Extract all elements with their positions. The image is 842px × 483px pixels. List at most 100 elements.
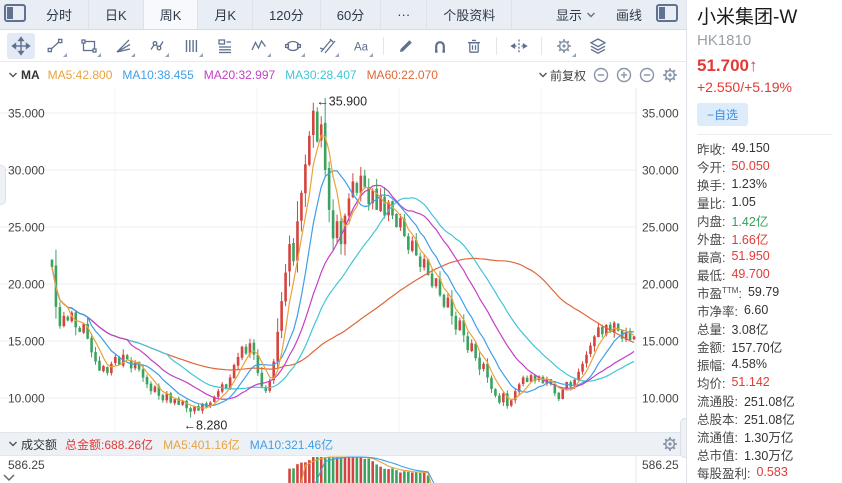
layers-tool-icon[interactable] xyxy=(584,33,612,59)
collapse-chevron-icon[interactable] xyxy=(8,440,18,448)
stat-row-市盈TTM: 市盈TTM: 59.79 xyxy=(697,283,842,301)
wave-tool-icon[interactable] xyxy=(245,33,273,59)
stat-row-总市值: 总市值: 1.30万亿 xyxy=(697,445,842,463)
quote-stats-list: 昨收: 49.150 今开: 50.050 换手: 1.23% 量比: 1.05 内盘: 1.42… xyxy=(697,139,842,483)
svg-text:35.000: 35.000 xyxy=(8,107,45,121)
magnet-tool-icon[interactable] xyxy=(426,33,454,59)
pencil-tool-icon[interactable] xyxy=(392,33,420,59)
svg-text:20.000: 20.000 xyxy=(8,278,45,292)
toolbar-divider xyxy=(496,36,497,55)
stat-label: 总市值: xyxy=(697,448,738,463)
fan-lines-tool-icon[interactable] xyxy=(109,33,137,59)
stat-value: 1.05 xyxy=(731,195,756,209)
tab-···[interactable]: ··· xyxy=(380,0,426,29)
svg-text:25.000: 25.000 xyxy=(8,221,45,235)
stat-row-内盘: 内盘: 1.42亿 xyxy=(697,211,842,229)
tab-stock-info[interactable]: 个股资料 xyxy=(426,0,513,29)
svg-text:10.000: 10.000 xyxy=(642,392,679,406)
display-dropdown[interactable]: 显示 xyxy=(546,0,606,29)
zoom-in-button[interactable] xyxy=(616,67,632,83)
volume-label[interactable]: 成交额 xyxy=(21,436,57,453)
ma-indicator-value: MA20:32.997 xyxy=(203,68,276,82)
indicator-settings-gear-icon[interactable] xyxy=(662,67,678,83)
sidebar-toggle-icon[interactable] xyxy=(656,4,678,22)
svg-text:15.000: 15.000 xyxy=(642,335,679,349)
stock-code: HK1810 xyxy=(697,32,752,49)
stat-label: 总股本: xyxy=(697,412,738,427)
stat-label: 内盘: xyxy=(697,214,726,229)
stat-row-流通股: 流通股: 251.08亿 xyxy=(697,391,842,409)
stock-app-window: 分时 日K 周K 月K 120分 60分 ··· 个股资料 显示 画线 Aa MA MA5:… xyxy=(0,0,842,483)
stat-value: 1.66亿 xyxy=(731,232,769,247)
text-tool-icon[interactable]: Aa xyxy=(347,33,375,59)
trend-line-tool-icon[interactable] xyxy=(41,33,69,59)
stat-value: 1.23% xyxy=(731,177,767,191)
stat-row-市净率: 市净率: 6.60 xyxy=(697,301,842,319)
stat-label: 最高: xyxy=(697,250,726,265)
text-lines-tool-icon[interactable] xyxy=(211,33,239,59)
trash-tool-icon[interactable] xyxy=(460,33,488,59)
svg-text:Aa: Aa xyxy=(354,41,369,53)
ellipse-tool-icon[interactable] xyxy=(279,33,307,59)
stat-label: 市盈TTM: xyxy=(697,285,742,301)
fork-tool-icon[interactable] xyxy=(313,33,341,59)
svg-text:25.000: 25.000 xyxy=(642,221,679,235)
stat-value: 51.142 xyxy=(731,375,770,389)
move-tool-icon[interactable] xyxy=(7,32,35,59)
tab-120分[interactable]: 120分 xyxy=(252,0,320,29)
stat-value: 1.30万亿 xyxy=(743,448,794,463)
stock-name: 小米集团-W xyxy=(697,7,798,28)
collapse-chevron-icon[interactable] xyxy=(8,71,18,79)
candlestick-chart[interactable]: ←35.900 ←8.280 35.000 35.000 30.000 30.000 25.… xyxy=(0,88,686,483)
stat-value: 49.150 xyxy=(731,141,770,155)
vertical-lines-tool-icon[interactable] xyxy=(177,33,205,59)
pane-collapse-handle-left[interactable] xyxy=(0,165,6,205)
svg-text:586.25: 586.25 xyxy=(642,458,679,472)
stat-value: 51.950 xyxy=(731,249,770,263)
ma-label[interactable]: MA xyxy=(21,68,40,82)
ma-indicator-value: MA5:42.800 xyxy=(47,68,113,82)
watchlist-remove-button[interactable]: −自选 xyxy=(697,103,749,126)
topbar: 分时 日K 周K 月K 120分 60分 ··· 个股资料 显示 画线 xyxy=(0,0,686,30)
display-label: 显示 xyxy=(555,8,582,23)
split-tool-icon[interactable] xyxy=(505,33,533,59)
current-price: 51.700↑ xyxy=(697,56,758,75)
zoom-out-button[interactable] xyxy=(593,67,609,83)
polyline-tool-icon[interactable] xyxy=(143,33,171,59)
stat-row-昨收: 昨收: 49.150 xyxy=(697,139,842,157)
stat-value: 251.08亿 xyxy=(743,412,795,427)
stat-label: 量比: xyxy=(697,196,726,211)
settings-tool-icon[interactable] xyxy=(550,33,578,59)
stat-label: 金额: xyxy=(697,340,726,355)
svg-text:10.000: 10.000 xyxy=(8,392,45,406)
stat-value: 1.30万亿 xyxy=(743,430,794,445)
tab-60分[interactable]: 60分 xyxy=(319,0,380,29)
tab-日K[interactable]: 日K xyxy=(88,0,143,29)
tab-周K[interactable]: 周K xyxy=(142,0,198,29)
volume-settings-gear-icon[interactable] xyxy=(662,436,678,452)
quote-sidebar: 小米集团-W HK1810 51.700↑ +2.550/+5.19% −自选 … xyxy=(686,0,842,483)
stat-label: 每股盈利: xyxy=(697,466,751,481)
stat-row-外盘: 外盘: 1.66亿 xyxy=(697,229,842,247)
stat-label: 最低: xyxy=(697,268,726,283)
tab-月K[interactable]: 月K xyxy=(197,0,252,29)
rectangle-tool-icon[interactable] xyxy=(75,33,103,59)
divider xyxy=(697,134,832,135)
tab-分时[interactable]: 分时 xyxy=(30,0,88,29)
stat-label: 流通股: xyxy=(697,394,738,409)
toolbar-divider xyxy=(383,36,384,55)
stat-label: 振幅: xyxy=(697,358,726,373)
ma-indicator-value: MA60:22.070 xyxy=(366,68,438,82)
svg-text:←35.900: ←35.900 xyxy=(316,95,367,109)
draw-line-button[interactable]: 画线 xyxy=(606,0,652,29)
period-tabs: 分时 日K 周K 月K 120分 60分 ··· xyxy=(30,0,426,29)
layout-toggle-icon[interactable] xyxy=(4,4,26,22)
stat-value: 4.58% xyxy=(731,357,767,371)
price-change: +2.550/+5.19% xyxy=(697,79,792,95)
stat-value: 59.79 xyxy=(747,285,780,299)
stat-label: 总量: xyxy=(697,322,726,337)
stat-row-今开: 今开: 50.050 xyxy=(697,157,842,175)
remove-indicator-button[interactable] xyxy=(639,67,655,83)
adjust-mode-dropdown[interactable]: 前复权 xyxy=(538,67,586,84)
stat-row-总股本: 总股本: 251.08亿 xyxy=(697,409,842,427)
